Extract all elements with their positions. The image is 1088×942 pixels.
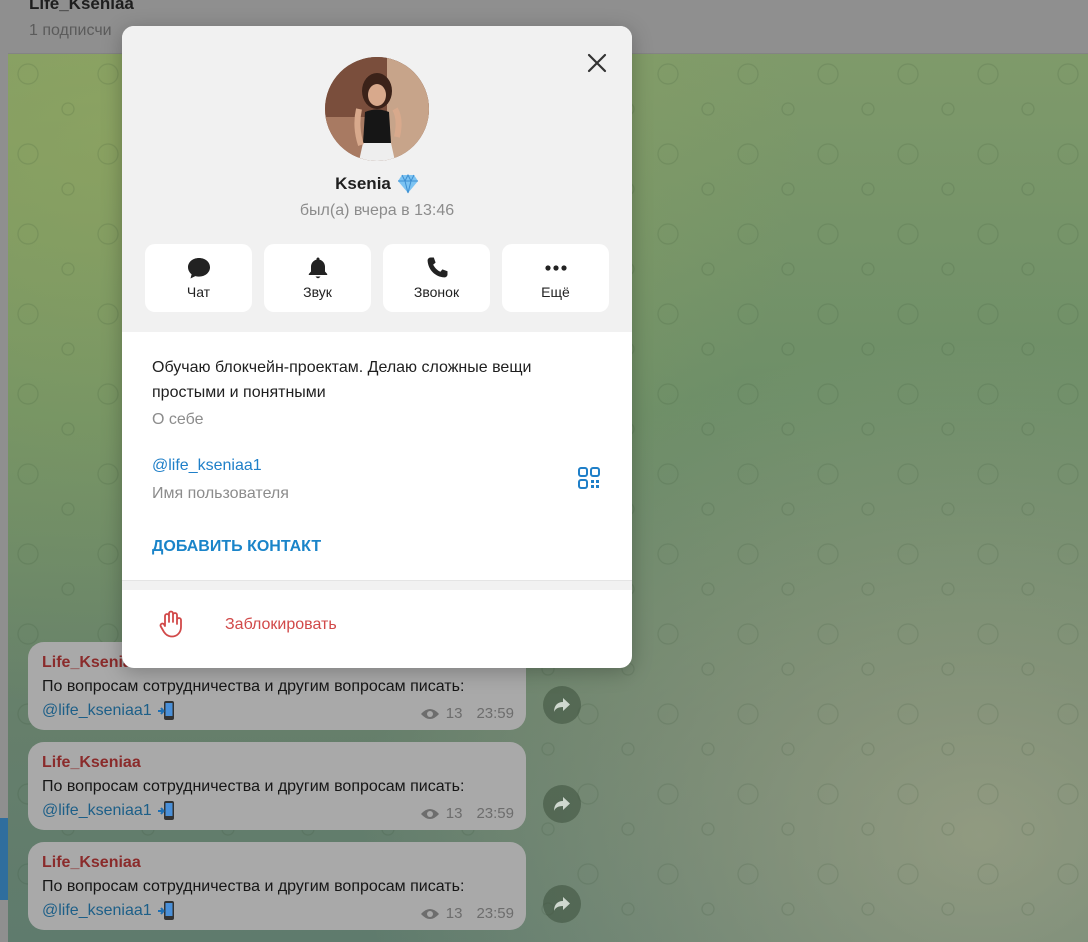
message-text: По вопросам сотрудничества и другим вопр… (42, 778, 465, 795)
qr-code-icon[interactable] (578, 467, 600, 489)
message-username-link[interactable]: @life_kseniaa1 (42, 902, 152, 920)
views-eye-icon (420, 708, 439, 719)
chat-button-label: Чат (186, 284, 211, 300)
message-author[interactable]: Life_Kseniaa (42, 854, 141, 872)
sound-button-label: Звук (303, 284, 332, 300)
forward-arrow-icon (554, 797, 570, 811)
close-button[interactable] (582, 48, 612, 78)
channel-title: Life_Kseniaa (29, 0, 134, 13)
forward-arrow-icon (554, 897, 570, 911)
phone-icon (427, 257, 447, 278)
close-icon (587, 53, 607, 73)
message-username-link[interactable]: @life_kseniaa1 (42, 802, 152, 820)
block-user-label: Заблокировать (225, 616, 337, 633)
block-user-button[interactable]: Заблокировать (122, 590, 632, 668)
bell-icon (308, 257, 327, 279)
call-button-label: Звонок (413, 284, 460, 300)
diamond-emoji-icon (397, 174, 418, 194)
chat-icon (187, 258, 210, 279)
bio-label: О себе (152, 411, 204, 428)
message-bubble[interactable]: Life_Kseniaa По вопросам сотрудничества … (28, 842, 526, 930)
profile-name: Ksenia (335, 174, 391, 193)
user-profile-dialog: Ksenia был(а) вчера в 13:46 Чат Звук Зво… (122, 26, 632, 668)
message-text: По вопросам сотрудничества и другим вопр… (42, 878, 465, 895)
message-bubble[interactable]: Life_Kseniaa По вопросам сотрудничества … (28, 742, 526, 830)
mobile-phone-icon (157, 901, 174, 920)
message-time: 23:59 (476, 705, 514, 722)
section-divider (122, 580, 632, 590)
sound-button[interactable]: Звук (264, 244, 371, 312)
forward-button[interactable] (543, 686, 581, 724)
views-eye-icon (420, 908, 439, 919)
forward-button[interactable] (543, 785, 581, 823)
message-time: 23:59 (476, 805, 514, 822)
more-button-label: Ещё (541, 284, 570, 300)
views-count: 13 (445, 805, 463, 822)
avatar[interactable] (325, 57, 429, 161)
add-contact-button[interactable]: ДОБАВИТЬ КОНТАКТ (152, 538, 321, 556)
last-seen-status: был(а) вчера в 13:46 (299, 202, 455, 219)
mobile-phone-icon (157, 801, 174, 820)
more-button[interactable]: Ещё (502, 244, 609, 312)
views-count: 13 (445, 905, 463, 922)
more-icon (544, 265, 567, 271)
profile-bio[interactable]: Обучаю блокчейн-проектам. Делаю сложные … (152, 355, 602, 405)
views-eye-icon (420, 808, 439, 819)
avatar-photo (325, 57, 429, 161)
message-author[interactable]: Life_Kseniaa (42, 754, 141, 772)
profile-username[interactable]: @life_kseniaa1 (152, 457, 262, 475)
message-username-link[interactable]: @life_kseniaa1 (42, 702, 152, 720)
views-count: 13 (445, 705, 463, 722)
forward-arrow-icon (554, 698, 570, 712)
message-text: По вопросам сотрудничества и другим вопр… (42, 678, 465, 695)
block-hand-icon (159, 610, 182, 638)
sidebar-edge (0, 0, 8, 942)
active-chat-marker (0, 818, 8, 900)
message-time: 23:59 (476, 905, 514, 922)
username-label: Имя пользователя (152, 485, 289, 502)
mobile-phone-icon (157, 701, 174, 720)
call-button[interactable]: Звонок (383, 244, 490, 312)
chat-button[interactable]: Чат (145, 244, 252, 312)
forward-button[interactable] (543, 885, 581, 923)
channel-subscribers: 1 подписчи (29, 22, 112, 39)
